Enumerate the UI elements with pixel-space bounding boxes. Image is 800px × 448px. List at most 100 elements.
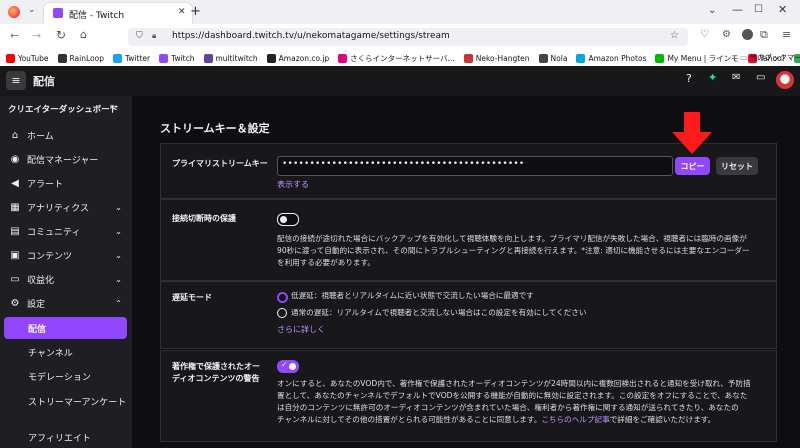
sidebar-item-monetization[interactable]: ▭ 収益化 ⌄ <box>0 268 132 290</box>
shield-icon: ⛉ <box>136 31 143 41</box>
page-title: 配信 <box>33 75 55 88</box>
copyright-label-line1: 著作権で保護されたオー <box>172 362 260 371</box>
bookmark-item[interactable]: さくらインターネットサーバ... <box>338 53 455 64</box>
sparkle-icon[interactable]: ✦ <box>708 71 717 84</box>
latency-normal-label[interactable]: 通常の遅延：リアルタイムで視聴者と交流しない場合はこの設定を有効にしてください <box>291 307 586 319</box>
window-close-icon[interactable]: ✕ <box>778 3 787 16</box>
account-icon[interactable] <box>742 29 753 40</box>
red-arrow-annotation <box>672 112 712 154</box>
bookmark-item[interactable]: Twitter <box>112 53 150 63</box>
gear-icon: ⚙ <box>10 297 20 309</box>
new-tab-button[interactable]: + <box>190 4 201 19</box>
reset-button[interactable]: リセット <box>716 157 758 175</box>
list-all-tabs-icon[interactable]: ⌄ <box>708 5 716 16</box>
bookmark-item[interactable]: Amazon Photos <box>576 53 647 63</box>
reload-icon[interactable]: ↻ <box>56 28 66 42</box>
stream-key-input[interactable]: ••••••••••••••••••••••••••••••••••••••••… <box>277 156 673 176</box>
bookmark-item[interactable]: Amazon.co.jp <box>266 53 329 63</box>
extension-icon[interactable]: ⚙ <box>722 29 731 40</box>
bookmark-favicon-icon <box>463 53 473 63</box>
tab-list-icon[interactable]: ⌄ <box>28 5 36 15</box>
megaphone-icon: ◀ <box>11 177 19 189</box>
sidebar-item-alerts[interactable]: ◀ アラート <box>0 172 132 194</box>
content-icon: ▣ <box>10 249 20 261</box>
bookmark-label: Nola <box>550 53 568 63</box>
extensions-puzzle-icon[interactable]: ⧉ <box>760 28 768 42</box>
bookmark-item[interactable]: Twitch <box>159 53 195 63</box>
chevron-up-icon: ⌃ <box>115 298 122 308</box>
help-icon[interactable]: ? <box>686 72 692 85</box>
forward-icon[interactable]: → <box>32 29 41 42</box>
bookmark-favicon-icon <box>576 53 586 63</box>
bookmark-favicon-icon <box>112 53 122 63</box>
maximize-icon[interactable]: ☐ <box>754 4 763 15</box>
sidebar-item-label: 配信マネージャー <box>27 155 99 166</box>
bookmark-label: multitwitch <box>215 53 258 63</box>
whisper-icon[interactable]: ▭ <box>756 72 765 83</box>
avatar[interactable] <box>776 71 794 89</box>
money-icon: ▭ <box>10 273 20 285</box>
help-article-link[interactable]: こちらのヘルプ記事 <box>541 415 609 424</box>
url-text[interactable]: https://dashboard.twitch.tv/u/nekomataga… <box>172 31 450 41</box>
stream-key-label: プライマリストリームキー <box>172 159 268 168</box>
other-bookmarks-label: 他のブックマーク <box>749 53 800 62</box>
sidebar-subitem-label: アフィリエイト <box>28 433 91 444</box>
bookmark-item[interactable]: RainLoop <box>57 53 104 63</box>
toggle-knob <box>289 363 296 370</box>
chevron-down-icon: ⌄ <box>115 202 122 212</box>
sidebar-subitem-label: チャンネル <box>28 348 73 359</box>
sidebar-item-analytics[interactable]: ▦ アナリティクス ⌄ <box>0 196 132 218</box>
sidebar-item-label: コミュニティ <box>27 227 81 238</box>
browser-tab-active[interactable]: 配信 - Twitch ✕ <box>44 3 192 24</box>
hamburger-menu-button[interactable]: ≡ <box>6 71 26 90</box>
firefox-icon[interactable] <box>8 6 20 18</box>
sidebar-subitem-label: 配信 <box>28 324 47 335</box>
sidebar-item-stream-manager[interactable]: ◉ 配信マネージャー <box>0 148 132 170</box>
bookmark-favicon-icon <box>655 53 665 63</box>
bookmark-label: Amazon Photos <box>588 53 647 63</box>
collapse-sidebar-icon[interactable]: ⇤ <box>110 102 118 113</box>
sidebar-item-content[interactable]: ▣ コンテンツ ⌄ <box>0 244 132 266</box>
bookmark-label: Neko-Hangten <box>475 53 530 63</box>
bookmark-item[interactable]: multitwitch <box>203 53 258 63</box>
sidebar-item-label: アナリティクス <box>27 203 90 214</box>
disconnect-protection-toggle[interactable] <box>277 213 299 226</box>
copy-button[interactable]: コピー <box>675 157 710 175</box>
copyright-warning-toggle[interactable]: ✓ <box>277 360 299 373</box>
bookmark-label: My Menu | ラインモ <box>667 53 739 63</box>
tab-close-icon[interactable]: ✕ <box>178 7 186 17</box>
menu-icon[interactable]: ≡ <box>782 28 791 41</box>
learn-more-link[interactable]: さらに詳しく <box>277 324 325 335</box>
copyright-desc-line4: チャンネルに対してその他の措置がとられる可能性があることに同意します。こちらのヘ… <box>277 414 715 426</box>
show-key-link[interactable]: 表示する <box>277 179 309 190</box>
minimize-icon[interactable]: — <box>732 3 743 16</box>
sidebar-item-community[interactable]: ▤ コミュニティ ⌄ <box>0 220 132 242</box>
sidebar-item-settings[interactable]: ⚙ 設定 ⌃ <box>0 292 132 314</box>
latency-low-label[interactable]: 低遅延：視聴者とリアルタイムに近い状態で交流したい場合に最適です <box>291 290 534 302</box>
latency-mode-label: 遅延モード <box>172 293 212 302</box>
copyright-desc-line2: 置として、あなたのチャンネルでデフォルトでVODを公開する機能が自動的に無効に設… <box>277 391 748 400</box>
bookmark-star-icon[interactable]: ☆ <box>670 30 679 41</box>
twitch-favicon <box>53 8 63 18</box>
pocket-icon[interactable]: ♡ <box>700 29 709 40</box>
bookmarks-bar: YouTube RainLoop Twitter Twitch multitwitch A… <box>0 50 800 67</box>
latency-low-radio[interactable] <box>277 292 288 303</box>
url-bar[interactable]: ⛉ 🔒︎ https://dashboard.twitch.tv/u/nekom… <box>128 28 688 46</box>
home-browser-icon[interactable]: ⌂ <box>80 28 87 41</box>
sidebar-item-home[interactable]: ⌂ ホーム <box>0 124 132 146</box>
inbox-icon[interactable]: ✉ <box>732 72 740 83</box>
sidebar-item-label: アラート <box>27 179 64 190</box>
home-icon: ⌂ <box>11 129 19 141</box>
copyright-desc-line4-text: チャンネルに対してその他の措置がとられる可能性があることに同意します。 <box>277 415 542 424</box>
latency-normal-radio[interactable] <box>277 308 287 318</box>
bookmark-favicon-icon <box>203 53 213 63</box>
community-icon: ▤ <box>10 225 20 237</box>
bookmark-item[interactable]: YouTube <box>6 53 49 63</box>
bookmark-item[interactable]: Neko-Hangten <box>463 53 530 63</box>
bookmark-item[interactable]: My Menu | ラインモ <box>655 53 739 64</box>
bookmark-item[interactable]: Nola <box>538 53 568 63</box>
sidebar-subitem-label: ストリーマーアンケート <box>28 397 127 408</box>
back-icon[interactable]: ← <box>10 29 19 42</box>
twitch-top-bar: ≡ 配信 ? ✦ ✉ ▭ <box>0 66 800 97</box>
other-bookmarks[interactable]: ▭ 他のブックマーク <box>740 52 800 63</box>
